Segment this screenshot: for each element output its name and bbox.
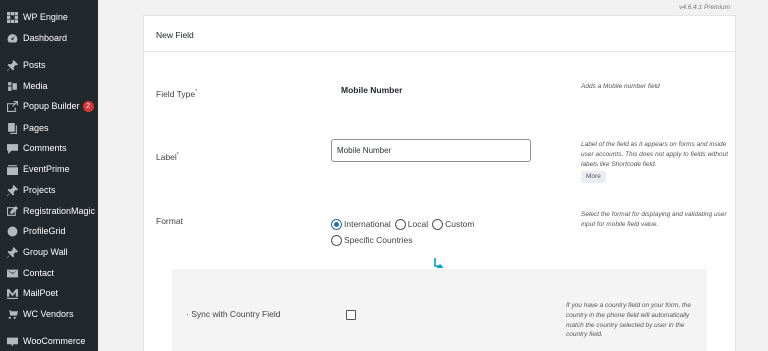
sidebar-item-label: WC Vendors (23, 309, 74, 319)
radio-button[interactable] (394, 218, 406, 230)
radio-label: Specific Countries (344, 235, 413, 245)
format-option-specific-countries[interactable]: Specific Countries (331, 234, 413, 246)
field-type-label: Field Type* (156, 89, 197, 99)
label-hint-text: Label of the field as it appears on form… (581, 141, 729, 168)
sidebar-item-label: WP Engine (23, 12, 68, 22)
sidebar-item-mailpoet[interactable]: MailPoet (0, 283, 98, 303)
sidebar-item-group-wall[interactable]: Group Wall (0, 242, 98, 262)
format-option-custom[interactable]: Custom (432, 218, 475, 230)
dashboard-icon (6, 32, 18, 44)
sidebar-item-eventprime[interactable]: EventPrime (0, 159, 98, 179)
media-icon (6, 80, 18, 92)
pushpin-icon (6, 184, 18, 196)
sidebar-item-label: Media (23, 81, 48, 91)
label-label: Label* (156, 152, 179, 162)
sidebar-item-label: RegistrationMagic (23, 206, 96, 216)
format-option-local[interactable]: Local (394, 218, 429, 230)
field-type-value: Mobile Number (341, 85, 403, 95)
radio-label: International (344, 219, 391, 229)
format-hint: Select the format for displaying and val… (581, 211, 727, 228)
comment-icon (6, 142, 18, 154)
required-mark: * (176, 152, 179, 159)
new-field-panel: New Field Field Type* Mobile Number Adds… (143, 15, 736, 351)
sidebar-item-label: Dashboard (23, 33, 68, 43)
format-option-international[interactable]: International (331, 218, 391, 230)
sidebar-item-pages[interactable]: Pages (0, 118, 98, 138)
sync-country-hint: If you have a country field on your form… (566, 302, 692, 339)
wp-engine-icon (6, 11, 18, 23)
popup-icon (6, 100, 18, 112)
envelope-icon (6, 267, 18, 279)
mailpoet-icon (6, 287, 18, 299)
sidebar-item-popup-builder[interactable]: Popup Builder 2 (0, 96, 98, 116)
sidebar-item-dashboard[interactable]: Dashboard (0, 28, 98, 48)
sidebar-item-label: ProfileGrid (23, 226, 66, 236)
sidebar-item-projects[interactable]: Projects (0, 180, 98, 200)
notification-badge: 2 (82, 100, 94, 112)
label-label-text: Label (156, 152, 177, 162)
panel-header: New Field (144, 16, 735, 52)
pushpin-icon (6, 246, 18, 258)
cart-icon (6, 308, 18, 320)
globe-icon (6, 225, 18, 237)
field-type-hint: Adds a Mobile number field (581, 83, 660, 90)
calendar-icon (6, 163, 18, 175)
plugin-version: v4.6.4.1 Premium (679, 4, 730, 11)
sync-country-section: · Sync with Country Field If you have a … (172, 269, 707, 351)
sidebar-item-wp-engine[interactable]: WP Engine (0, 7, 98, 27)
sidebar-item-label: WooCommerce (23, 336, 86, 346)
sidebar-item-label: Popup Builder (23, 101, 80, 111)
pushpin-icon (6, 59, 18, 71)
sidebar-item-label: Projects (23, 185, 56, 195)
admin-sidebar: WP Engine Dashboard Posts Media Popup Bu… (0, 0, 98, 351)
sidebar-item-profilegrid[interactable]: ProfileGrid (0, 221, 98, 241)
sidebar-item-registrationmagic[interactable]: RegistrationMagic (0, 201, 98, 221)
panel-title: New Field (156, 30, 194, 40)
sidebar-item-media[interactable]: Media (0, 76, 98, 96)
sidebar-item-label: Pages (23, 123, 49, 133)
format-radio-group: International Local Custom Specific Coun… (331, 216, 531, 248)
required-mark: * (195, 89, 198, 96)
sidebar-item-label: Contact (23, 268, 55, 278)
label-input[interactable] (331, 139, 531, 162)
sync-country-checkbox[interactable] (346, 310, 356, 320)
sidebar-item-label: MailPoet (23, 288, 59, 298)
sidebar-item-woocommerce[interactable]: WooCommerce (0, 331, 98, 351)
registration-icon (6, 205, 18, 217)
sidebar-item-posts[interactable]: Posts (0, 55, 98, 75)
sync-country-label: · Sync with Country Field (186, 309, 281, 319)
label-hint: Label of the field as it appears on form… (581, 140, 731, 183)
sidebar-item-label: Posts (23, 60, 46, 70)
sidebar-item-comments[interactable]: Comments (0, 138, 98, 158)
sidebar-item-label: Group Wall (23, 247, 68, 257)
field-type-label-text: Field Type (156, 89, 196, 99)
sidebar-item-label: EventPrime (23, 164, 70, 174)
radio-button[interactable] (331, 218, 342, 230)
sidebar-item-label: Comments (23, 143, 67, 153)
more-button[interactable]: More (581, 171, 606, 183)
radio-button[interactable] (432, 218, 444, 230)
radio-label: Local (407, 219, 429, 229)
radio-button[interactable] (331, 234, 342, 246)
pages-icon (6, 122, 18, 134)
woocommerce-icon (6, 335, 18, 347)
radio-label: Custom (445, 219, 475, 229)
sidebar-item-contact[interactable]: Contact (0, 263, 98, 283)
sidebar-item-wc-vendors[interactable]: WC Vendors (0, 304, 98, 324)
format-label: Format (156, 216, 183, 226)
